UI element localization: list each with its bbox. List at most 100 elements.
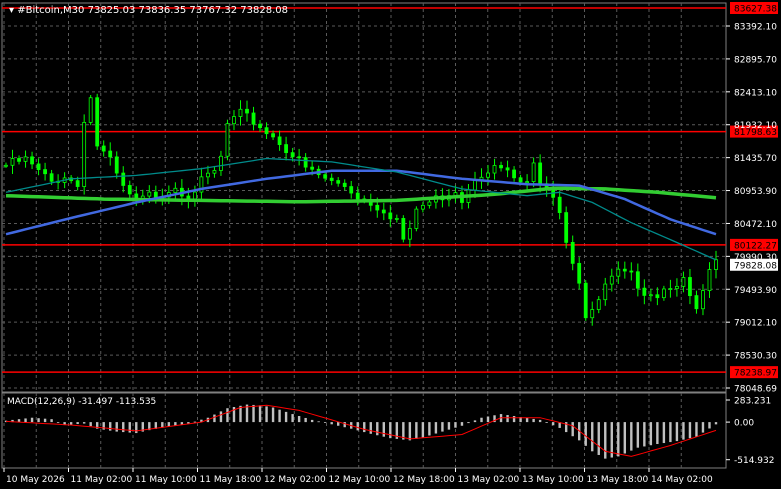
y-tick-label: 79012.10 bbox=[734, 319, 777, 329]
candle-body bbox=[303, 157, 308, 168]
candle-body bbox=[512, 169, 516, 179]
macd-bar bbox=[109, 422, 112, 431]
candle-body bbox=[4, 164, 8, 167]
macd-tick-label: 0.00 bbox=[734, 419, 754, 429]
macd-bar bbox=[258, 405, 262, 423]
x-tick-label: 12 May 10:00 bbox=[329, 475, 391, 485]
candle-body bbox=[258, 123, 262, 129]
candle-body bbox=[394, 218, 399, 220]
macd-bar bbox=[617, 422, 620, 457]
macd-bar bbox=[591, 422, 594, 452]
x-tick-label: 10 May 2026 bbox=[6, 475, 65, 485]
macd-bar bbox=[278, 409, 281, 423]
macd-bar bbox=[701, 422, 705, 433]
candle-body bbox=[173, 187, 178, 193]
macd-bar bbox=[421, 422, 425, 438]
macd-bar bbox=[441, 422, 444, 432]
macd-bar bbox=[291, 414, 294, 423]
candle-body bbox=[134, 193, 139, 199]
candle-body bbox=[420, 204, 425, 210]
macd-bar bbox=[122, 422, 125, 433]
macd-bar bbox=[30, 417, 34, 423]
macd-bar bbox=[128, 422, 131, 433]
y-tick-label: 82895.70 bbox=[734, 55, 777, 65]
macd-bar bbox=[454, 422, 457, 428]
candle-body bbox=[355, 192, 360, 200]
candle-body bbox=[622, 268, 627, 272]
macd-bar bbox=[408, 422, 412, 441]
candle-body bbox=[375, 204, 380, 211]
y-tick-label: 80472.10 bbox=[734, 220, 777, 230]
macd-bar bbox=[343, 422, 346, 428]
candle-body bbox=[714, 259, 718, 270]
candle-body bbox=[329, 177, 334, 181]
macd-bar bbox=[76, 422, 79, 425]
candle-body bbox=[323, 174, 328, 179]
macd-bar bbox=[376, 422, 379, 436]
candle-body bbox=[277, 136, 282, 145]
candle-body bbox=[616, 268, 621, 277]
chart-menu-icon[interactable]: ▾ bbox=[9, 5, 17, 16]
candle-body bbox=[238, 108, 243, 117]
y-tick-label: 79990.30 bbox=[734, 253, 777, 263]
macd-bar bbox=[356, 422, 359, 431]
macd-bar bbox=[669, 422, 672, 443]
macd-label: MACD(12,26,9) -31.497 -113.535 bbox=[7, 397, 156, 407]
macd-bar bbox=[512, 416, 516, 423]
candle-body bbox=[30, 156, 34, 165]
macd-bar bbox=[24, 418, 27, 423]
macd-bar bbox=[630, 422, 633, 451]
macd-bar bbox=[551, 422, 555, 426]
candle-body bbox=[499, 165, 503, 169]
candle-body bbox=[43, 169, 47, 175]
candle-body bbox=[381, 209, 386, 214]
macd-bar bbox=[473, 420, 477, 423]
macd-bar bbox=[643, 422, 646, 447]
macd-bar bbox=[571, 422, 574, 437]
macd-bar bbox=[317, 421, 320, 423]
x-tick-label: 12 May 02:00 bbox=[264, 475, 326, 485]
macd-bar bbox=[50, 419, 53, 423]
macd-bar bbox=[584, 422, 587, 446]
candle-body bbox=[681, 277, 686, 287]
macd-bar bbox=[545, 422, 548, 423]
candle-body bbox=[284, 144, 288, 154]
candle-body bbox=[525, 181, 530, 183]
macd-bar bbox=[538, 419, 542, 423]
macd-bar bbox=[447, 422, 451, 430]
macd-bar bbox=[434, 422, 438, 434]
candle-body bbox=[407, 228, 412, 240]
candle-body bbox=[127, 185, 132, 195]
y-tick-label: 82413.10 bbox=[734, 88, 777, 98]
candle-body bbox=[538, 162, 543, 185]
macd-bar bbox=[323, 422, 327, 423]
candle-body bbox=[101, 145, 106, 152]
macd-bar bbox=[467, 422, 470, 424]
candle-body bbox=[635, 271, 640, 289]
candle-body bbox=[486, 172, 490, 178]
macd-bar bbox=[460, 422, 464, 426]
candle-body bbox=[590, 309, 595, 319]
macd-bar bbox=[486, 416, 490, 423]
candle-body bbox=[688, 277, 692, 297]
candle-body bbox=[564, 212, 569, 243]
macd-bar bbox=[284, 411, 288, 423]
candle-body bbox=[675, 285, 679, 289]
macd-bar bbox=[662, 422, 666, 444]
macd-bar bbox=[69, 422, 73, 425]
trading-chart[interactable]: 83627.3881798.6380122.2778238.9779828.08… bbox=[0, 0, 781, 489]
candle-body bbox=[82, 122, 87, 187]
macd-bar bbox=[271, 407, 275, 423]
candle-body bbox=[349, 186, 354, 194]
macd-tick-label: 283.231 bbox=[734, 397, 771, 407]
macd-bar bbox=[480, 417, 483, 423]
y-tick-label: 80953.90 bbox=[734, 187, 777, 197]
candle-body bbox=[49, 173, 54, 182]
candle-body bbox=[88, 97, 93, 123]
x-tick-label: 13 May 18:00 bbox=[587, 475, 649, 485]
candle-body bbox=[153, 191, 158, 198]
candle-body bbox=[388, 212, 393, 220]
y-tick-label: 83392.10 bbox=[734, 23, 777, 33]
candle-body bbox=[577, 262, 582, 284]
macd-bar bbox=[525, 417, 529, 423]
